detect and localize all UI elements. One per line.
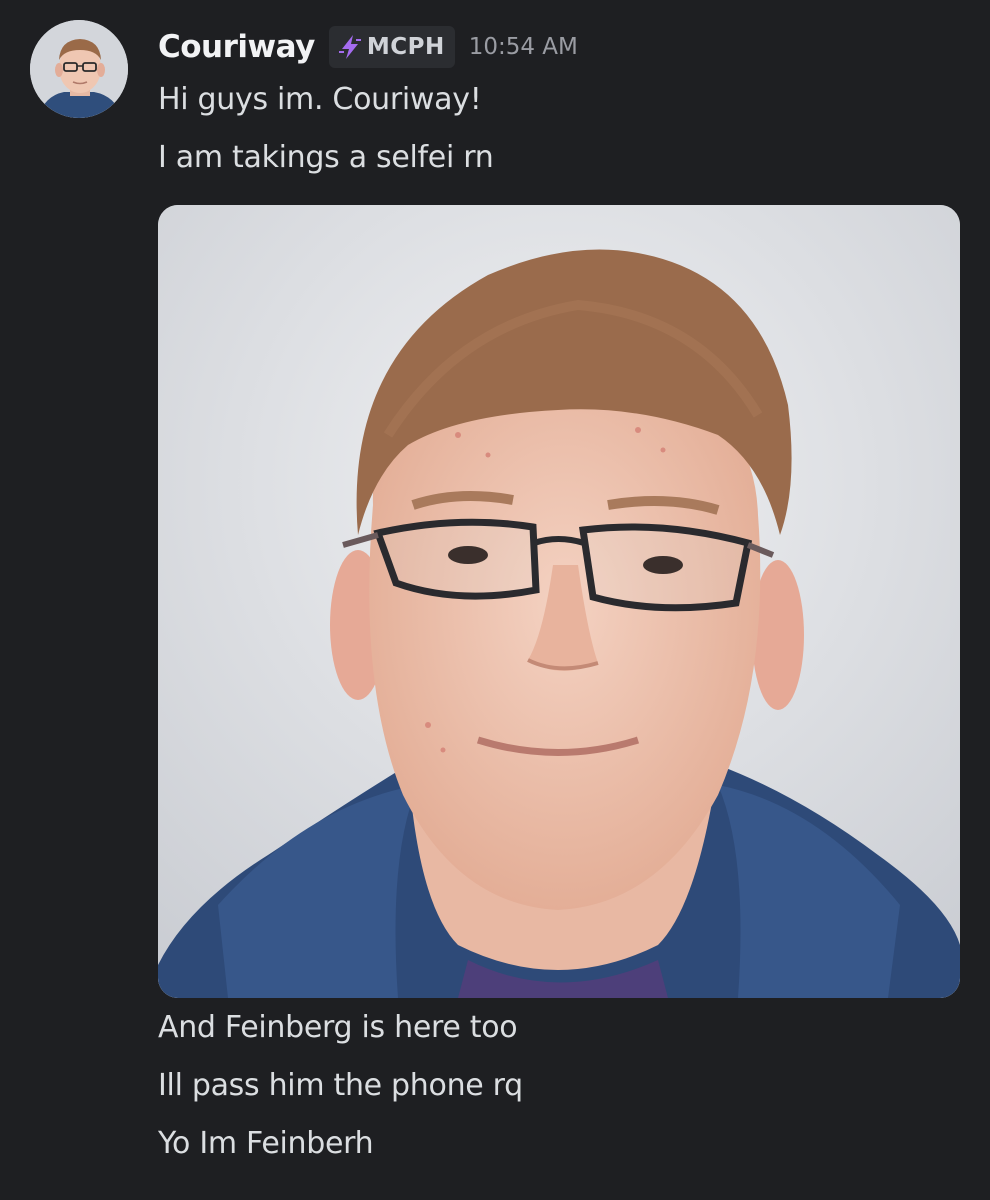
selfie-photo-image xyxy=(158,205,960,998)
message-line: Yo Im Feinberh xyxy=(158,1126,374,1161)
avatar-portrait-image xyxy=(30,20,128,118)
message-line: Hi guys im. Couriway! xyxy=(158,82,482,117)
user-avatar[interactable] xyxy=(30,20,128,118)
server-tag-badge[interactable]: MCPH xyxy=(328,26,455,68)
message-line: And Feinberg is here too xyxy=(158,1010,518,1045)
username[interactable]: Couriway xyxy=(158,29,315,65)
chat-message: Couriway MCPH 10:54 AM Hi guys im. Couri… xyxy=(0,0,990,1200)
message-header: Couriway MCPH 10:54 AM xyxy=(158,24,578,70)
message-line: I am takings a selfei rn xyxy=(158,140,494,175)
lightning-bolt-icon xyxy=(338,35,361,59)
message-line: Ill pass him the phone rq xyxy=(158,1068,523,1103)
message-timestamp: 10:54 AM xyxy=(468,34,578,60)
image-attachment[interactable] xyxy=(158,205,960,998)
server-tag-label: MCPH xyxy=(366,34,445,60)
